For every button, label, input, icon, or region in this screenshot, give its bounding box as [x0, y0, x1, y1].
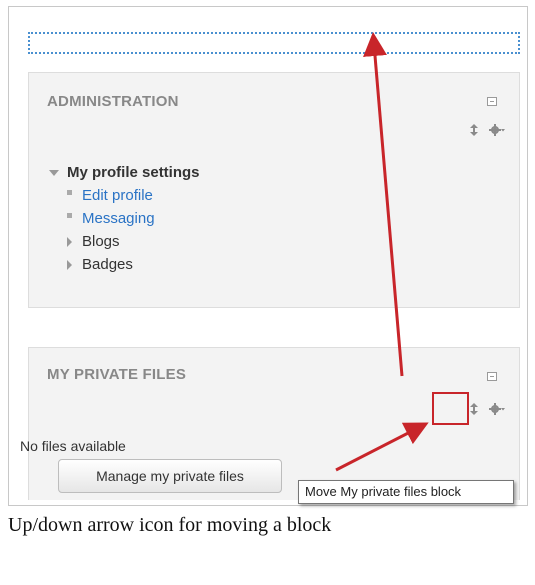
block-controls — [467, 402, 505, 416]
caption: Up/down arrow icon for moving a block — [8, 514, 332, 536]
edit-profile-link[interactable]: Edit profile — [82, 184, 153, 207]
manage-private-files-button[interactable]: Manage my private files — [58, 459, 282, 493]
move-icon-highlight — [432, 392, 469, 425]
bullet-icon — [67, 213, 72, 218]
badges-label[interactable]: Badges — [82, 253, 133, 276]
private-files-title: MY PRIVATE FILES — [47, 366, 187, 383]
list-item[interactable]: Edit profile — [67, 184, 200, 207]
block-controls — [467, 123, 505, 137]
administration-title: ADMINISTRATION — [47, 93, 179, 110]
collapse-icon[interactable] — [487, 97, 497, 106]
messaging-link[interactable]: Messaging — [82, 207, 155, 230]
no-files-text: No files available — [20, 438, 126, 454]
blogs-label[interactable]: Blogs — [82, 230, 120, 253]
tooltip: Move My private files block — [298, 480, 514, 504]
collapse-icon[interactable] — [487, 372, 497, 381]
gear-icon[interactable] — [489, 402, 505, 416]
move-icon[interactable] — [467, 123, 481, 137]
section-label: My profile settings — [67, 164, 200, 181]
administration-block: ADMINISTRATION My profile settings Edit … — [28, 72, 520, 308]
bullet-icon — [67, 190, 72, 195]
list-item[interactable]: Messaging — [67, 207, 200, 230]
list-item[interactable]: Blogs — [67, 230, 200, 253]
expanded-triangle-icon — [49, 169, 59, 176]
tree-section[interactable]: My profile settings — [49, 161, 200, 184]
move-icon[interactable] — [467, 402, 481, 416]
list-item[interactable]: Badges — [67, 253, 200, 276]
block-drop-target[interactable] — [28, 32, 520, 54]
gear-icon[interactable] — [489, 123, 505, 137]
collapsed-triangle-icon — [67, 236, 72, 247]
admin-tree: My profile settings Edit profile Messagi… — [49, 161, 200, 276]
collapsed-triangle-icon — [67, 259, 72, 270]
tree-children: Edit profile Messaging Blogs Badges — [49, 184, 200, 276]
